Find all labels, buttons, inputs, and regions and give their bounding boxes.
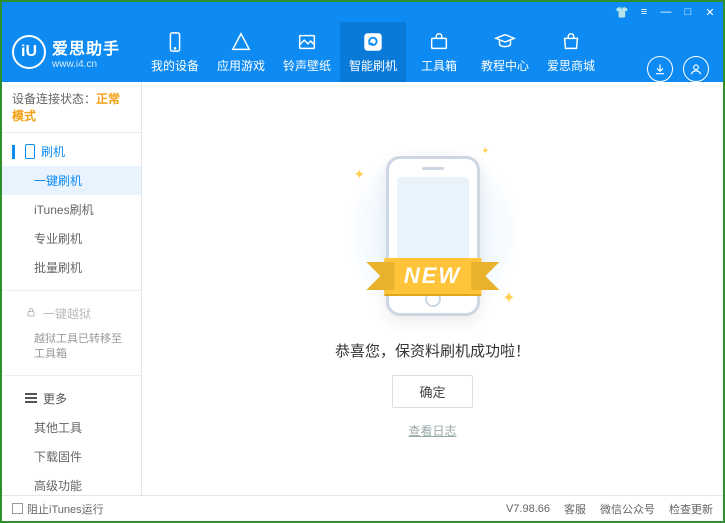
menu-button[interactable]: ≡	[637, 6, 651, 18]
nav-flash[interactable]: 智能刷机	[340, 22, 406, 82]
brand: iU 爱思助手 www.i4.cn	[2, 22, 142, 82]
toolbar: iU 爱思助手 www.i4.cn 我的设备 应用游戏 铃声壁纸	[2, 22, 723, 82]
sidebar-item-onekey[interactable]: 一键刷机	[2, 166, 141, 195]
sidebar: 设备连接状态：正常模式 刷机 一键刷机 iTunes刷机 专业刷机 批量刷机	[2, 82, 142, 495]
brand-title: 爱思助手	[52, 35, 120, 59]
nav-label: 爱思商城	[547, 57, 595, 74]
checkbox-block-itunes[interactable]: 阻止iTunes运行	[12, 501, 104, 517]
sparkle-icon: ✦	[354, 166, 366, 183]
sidebar-flash-section: 刷机 一键刷机 iTunes刷机 专业刷机 批量刷机	[2, 133, 141, 286]
brand-logo-icon: iU	[12, 35, 46, 69]
titlebar: 👕 ≡ — □ ✕	[2, 2, 723, 22]
connection-status: 设备连接状态：正常模式	[2, 82, 141, 133]
sidebar-head-label: 更多	[43, 390, 67, 407]
sidebar-item-pro[interactable]: 专业刷机	[2, 224, 141, 253]
nav-tutorial[interactable]: 教程中心	[472, 22, 538, 82]
header: 👕 ≡ — □ ✕ iU 爱思助手 www.i4.cn 我的设备	[2, 2, 723, 82]
nav-label: 工具箱	[421, 57, 457, 74]
nav-label: 智能刷机	[349, 57, 397, 74]
nav-label: 铃声壁纸	[283, 57, 331, 74]
checkbox-icon	[12, 503, 23, 514]
success-message: 恭喜您，保资料刷机成功啦！	[335, 340, 530, 361]
header-right	[647, 56, 723, 82]
nav-ringtone[interactable]: 铃声壁纸	[274, 22, 340, 82]
sidebar-more-list: 其他工具 下载固件 高级功能	[2, 413, 141, 495]
sidebar-jailbreak-note: 越狱工具已转移至工具箱	[2, 328, 141, 367]
minimize-button[interactable]: —	[659, 6, 673, 18]
app-window: 👕 ≡ — □ ✕ iU 爱思助手 www.i4.cn 我的设备	[0, 0, 725, 523]
tutorial-icon	[494, 31, 516, 53]
sidebar-flash-list: 一键刷机 iTunes刷机 专业刷机 批量刷机	[2, 166, 141, 282]
sidebar-item-firmware[interactable]: 下载固件	[2, 442, 141, 471]
user-button[interactable]	[683, 56, 709, 82]
version-label: V7.98.66	[506, 503, 550, 515]
nav-apps[interactable]: 应用游戏	[208, 22, 274, 82]
sidebar-head-label: 一键越狱	[43, 305, 91, 322]
toolbox-icon	[428, 31, 450, 53]
skin-button[interactable]: 👕	[615, 6, 629, 19]
nav-label: 我的设备	[151, 57, 199, 74]
store-icon	[560, 31, 582, 53]
apps-icon	[230, 31, 252, 53]
sparkle-icon: ✦	[481, 146, 489, 157]
nav-store[interactable]: 爱思商城	[538, 22, 604, 82]
wechat-link[interactable]: 微信公众号	[600, 501, 655, 517]
ok-button[interactable]: 确定	[392, 375, 472, 408]
flash-icon	[362, 31, 384, 53]
brand-text: 爱思助手 www.i4.cn	[52, 35, 120, 70]
brand-url: www.i4.cn	[52, 59, 120, 70]
new-ribbon: NEW	[384, 258, 481, 294]
check-update-link[interactable]: 检查更新	[669, 501, 713, 517]
connection-label: 设备连接状态：	[12, 92, 96, 106]
phone-small-icon	[25, 144, 35, 159]
sidebar-item-batch[interactable]: 批量刷机	[2, 253, 141, 282]
support-link[interactable]: 客服	[564, 501, 586, 517]
nav-label: 应用游戏	[217, 57, 265, 74]
sparkle-icon: ✦	[502, 288, 515, 308]
list-icon	[25, 393, 37, 403]
close-button[interactable]: ✕	[703, 6, 717, 19]
lock-icon	[25, 306, 37, 321]
nav-device[interactable]: 我的设备	[142, 22, 208, 82]
sidebar-item-other[interactable]: 其他工具	[2, 413, 141, 442]
success-illustration: ✦ ✦ ✦ NEW	[348, 138, 518, 328]
sidebar-head-more[interactable]: 更多	[2, 384, 141, 413]
sidebar-more-section: 更多 其他工具 下载固件 高级功能	[2, 380, 141, 495]
sidebar-item-advanced[interactable]: 高级功能	[2, 471, 141, 495]
sidebar-head-jailbreak: 一键越狱	[2, 299, 141, 328]
phone-icon	[164, 31, 186, 53]
download-button[interactable]	[647, 56, 673, 82]
view-log-link[interactable]: 查看日志	[408, 422, 456, 439]
nav-toolbox[interactable]: 工具箱	[406, 22, 472, 82]
wallpaper-icon	[296, 31, 318, 53]
nav-label: 教程中心	[481, 57, 529, 74]
maximize-button[interactable]: □	[681, 6, 695, 18]
sidebar-head-label: 刷机	[41, 143, 65, 160]
checkbox-label: 阻止iTunes运行	[27, 501, 104, 517]
sidebar-jailbreak-section: 一键越狱 越狱工具已转移至工具箱	[2, 295, 141, 371]
sidebar-item-itunes[interactable]: iTunes刷机	[2, 195, 141, 224]
footer: 阻止iTunes运行 V7.98.66 客服 微信公众号 检查更新	[2, 495, 723, 521]
sidebar-head-flash[interactable]: 刷机	[2, 137, 141, 166]
nav: 我的设备 应用游戏 铃声壁纸 智能刷机 工具箱	[142, 22, 647, 82]
main-content: ✦ ✦ ✦ NEW 恭喜您，保资料刷机成功啦！ 确定 查看日志	[142, 82, 723, 495]
body: 设备连接状态：正常模式 刷机 一键刷机 iTunes刷机 专业刷机 批量刷机	[2, 82, 723, 495]
